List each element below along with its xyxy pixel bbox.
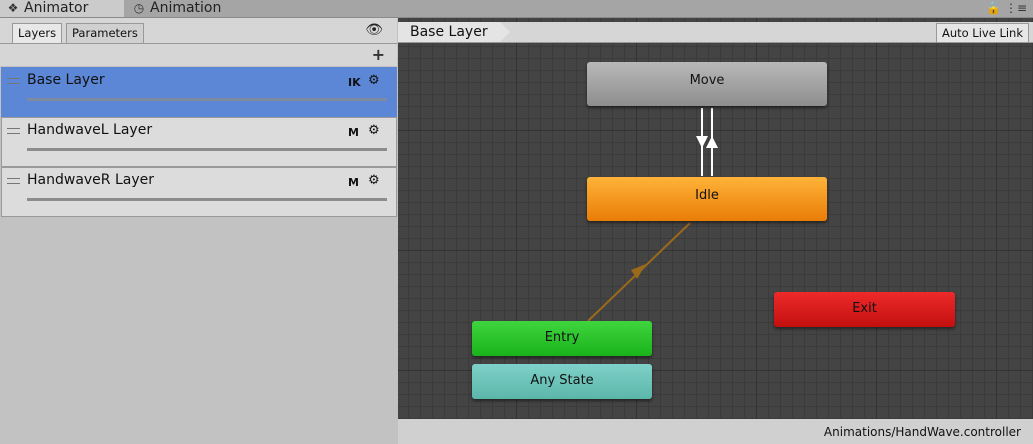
layer-weight-bar bbox=[27, 198, 387, 201]
tab-animation[interactable]: ◷ Animation bbox=[126, 0, 256, 17]
eye-icon[interactable]: 👁 bbox=[365, 22, 383, 38]
layer-toolbar: + bbox=[0, 44, 397, 66]
drag-handle-icon[interactable] bbox=[7, 128, 20, 134]
status-bar: Animations/HandWave.controller bbox=[398, 419, 1033, 444]
layer-badge: IK bbox=[348, 76, 361, 89]
window-controls: 🔒 ⋮≡ bbox=[982, 1, 1027, 15]
add-layer-button[interactable]: + bbox=[372, 45, 385, 64]
state-idle[interactable]: Idle bbox=[587, 177, 827, 221]
state-machine-graph[interactable]: Base Layer Auto Live Link Move Idle Exit… bbox=[398, 18, 1033, 444]
controller-path: Animations/HandWave.controller bbox=[823, 425, 1021, 439]
menu-icon[interactable]: ⋮≡ bbox=[1005, 1, 1027, 15]
state-exit[interactable]: Exit bbox=[774, 292, 955, 327]
layer-weight-bar bbox=[27, 148, 387, 151]
state-move[interactable]: Move bbox=[587, 62, 827, 106]
layer-name: HandwaveL Layer bbox=[27, 122, 153, 138]
gear-icon[interactable]: ⚙ bbox=[368, 123, 380, 138]
tab-animation-label: Animation bbox=[150, 0, 222, 16]
layer-item-handwavel[interactable]: HandwaveL Layer M ⚙ bbox=[1, 117, 397, 167]
arrow-up-icon bbox=[706, 136, 718, 148]
state-any-state[interactable]: Any State bbox=[472, 364, 652, 399]
tab-parameters[interactable]: Parameters bbox=[66, 23, 144, 43]
layer-badge: M bbox=[348, 126, 359, 139]
layer-name: Base Layer bbox=[27, 72, 105, 88]
tab-layers[interactable]: Layers bbox=[12, 23, 63, 43]
window-tab-strip: ❖ Animator ◷ Animation 🔒 ⋮≡ bbox=[0, 0, 1033, 18]
gear-icon[interactable]: ⚙ bbox=[368, 173, 380, 188]
tab-animator[interactable]: ❖ Animator bbox=[0, 0, 124, 17]
lock-icon[interactable]: 🔒 bbox=[986, 1, 1001, 15]
layer-item-base[interactable]: Base Layer IK ⚙ bbox=[1, 67, 397, 117]
layer-badge: M bbox=[348, 176, 359, 189]
panel-tabs: Layers Parameters 👁 bbox=[0, 18, 397, 44]
drag-handle-icon[interactable] bbox=[7, 78, 20, 84]
animator-icon: ❖ bbox=[7, 1, 19, 15]
arrow-down-icon bbox=[696, 136, 708, 148]
layers-panel: Layers Parameters 👁 + Base Layer IK ⚙ Ha… bbox=[0, 18, 397, 444]
layer-weight-bar bbox=[27, 98, 387, 101]
gear-icon[interactable]: ⚙ bbox=[368, 73, 380, 88]
state-entry[interactable]: Entry bbox=[472, 321, 652, 356]
layer-name: HandwaveR Layer bbox=[27, 172, 155, 188]
drag-handle-icon[interactable] bbox=[7, 178, 20, 184]
tab-animator-label: Animator bbox=[24, 0, 89, 16]
clock-icon: ◷ bbox=[133, 1, 145, 15]
layer-item-handwaver[interactable]: HandwaveR Layer M ⚙ bbox=[1, 167, 397, 217]
